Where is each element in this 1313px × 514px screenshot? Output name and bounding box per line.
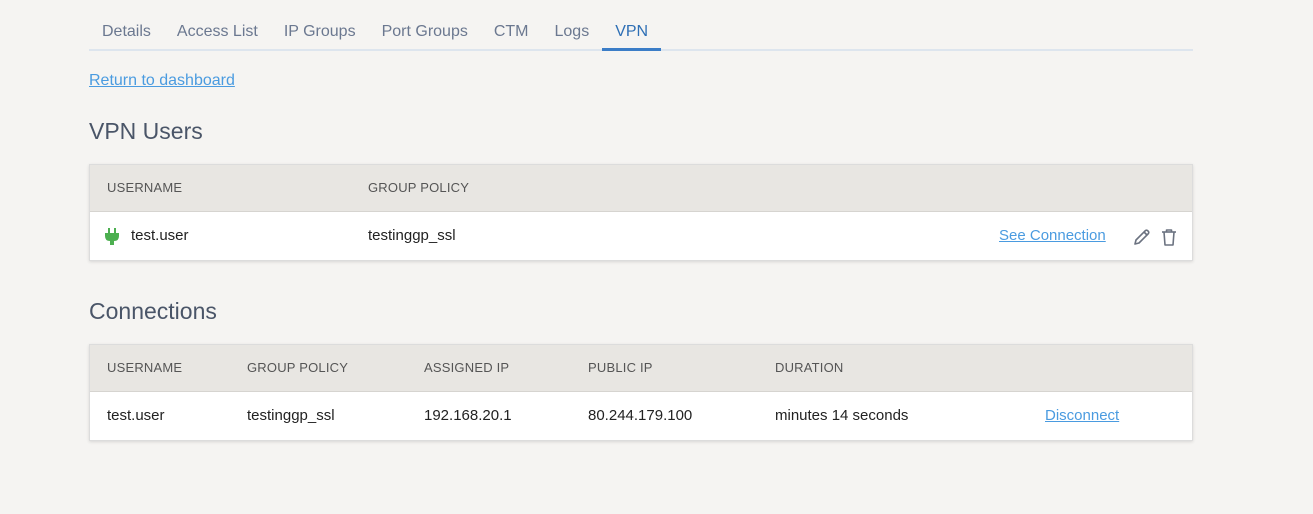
- group-policy-cell: testinggp_ssl: [247, 407, 335, 424]
- column-header-group-policy: GROUP POLICY: [247, 360, 349, 375]
- tab-port-groups[interactable]: Port Groups: [369, 0, 481, 49]
- username-cell: test.user: [131, 227, 189, 244]
- group-policy-cell: testinggp_ssl: [368, 227, 456, 244]
- column-header-username: USERNAME: [107, 360, 183, 375]
- column-header-username: USERNAME: [107, 180, 183, 195]
- column-header-public-ip: PUBLIC IP: [588, 360, 653, 375]
- return-to-dashboard-link[interactable]: Return to dashboard: [89, 72, 235, 90]
- tab-ctm[interactable]: CTM: [481, 0, 542, 49]
- tab-logs[interactable]: Logs: [542, 0, 603, 49]
- column-header-assigned-ip: ASSIGNED IP: [424, 360, 510, 375]
- assigned-ip-cell: 192.168.20.1: [424, 407, 512, 424]
- tab-access-list[interactable]: Access List: [164, 0, 271, 49]
- pencil-icon[interactable]: [1133, 228, 1151, 246]
- see-connection-link[interactable]: See Connection: [999, 212, 1106, 260]
- column-header-duration: DURATION: [775, 360, 844, 375]
- tab-vpn[interactable]: VPN: [602, 0, 662, 51]
- vpn-users-table: USERNAME GROUP POLICY test.user testingg…: [89, 164, 1193, 261]
- table-header: USERNAME GROUP POLICY ASSIGNED IP PUBLIC…: [90, 345, 1192, 392]
- column-header-group-policy: GROUP POLICY: [368, 180, 470, 195]
- trash-icon[interactable]: [1161, 228, 1179, 246]
- tab-details[interactable]: Details: [89, 0, 164, 49]
- connections-title: Connections: [89, 298, 217, 324]
- connections-table: USERNAME GROUP POLICY ASSIGNED IP PUBLIC…: [89, 344, 1193, 441]
- disconnect-link[interactable]: Disconnect: [1045, 392, 1119, 440]
- public-ip-cell: 80.244.179.100: [588, 407, 693, 424]
- username-cell: test.user: [107, 407, 165, 424]
- vpn-users-title: VPN Users: [89, 118, 203, 144]
- table-header: USERNAME GROUP POLICY: [90, 165, 1192, 212]
- tab-bar: Details Access List IP Groups Port Group…: [89, 0, 1193, 51]
- page-content: Details Access List IP Groups Port Group…: [89, 0, 1193, 441]
- plug-icon: [105, 228, 123, 246]
- table-row: test.user testinggp_ssl See Connection: [90, 212, 1192, 260]
- table-row: test.user testinggp_ssl 192.168.20.1 80.…: [90, 392, 1192, 440]
- tab-ip-groups[interactable]: IP Groups: [271, 0, 369, 49]
- duration-cell: minutes 14 seconds: [775, 407, 909, 424]
